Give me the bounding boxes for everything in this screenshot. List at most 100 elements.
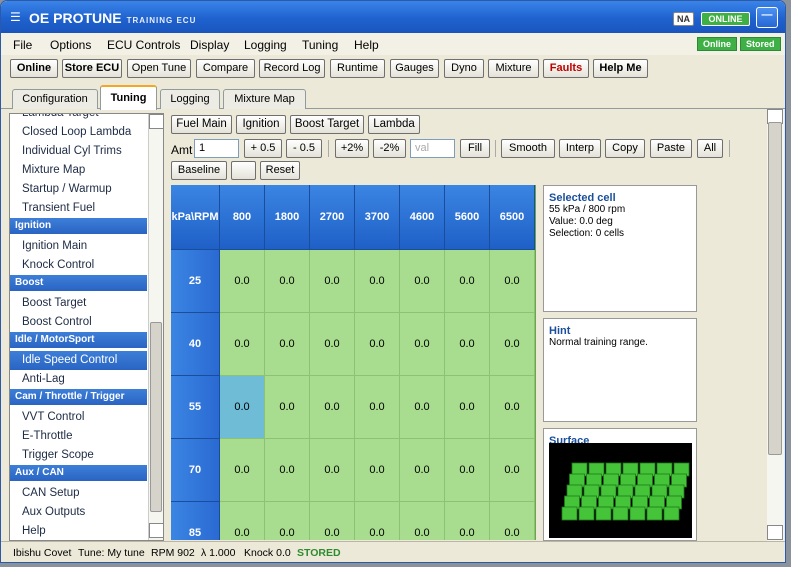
sidebar-item[interactable]: Lambda Target [10, 114, 147, 123]
sidebar-item[interactable]: Aux Outputs [10, 503, 147, 522]
sidebar-item[interactable]: Individual Cyl Trims [10, 142, 147, 161]
fill-button[interactable]: Fill [460, 139, 490, 158]
table-cell[interactable]: 0.0 [220, 250, 265, 313]
menu-ecu-controls[interactable]: ECU Controls [107, 38, 180, 52]
reset-button[interactable]: Reset [260, 161, 300, 180]
table-cell[interactable]: 0.0 [220, 502, 265, 540]
table-cell[interactable]: 0.0 [220, 376, 265, 439]
table-cell[interactable]: 0.0 [445, 313, 490, 376]
table-cell[interactable]: 0.0 [400, 376, 445, 439]
sidebar-item[interactable]: Help [10, 522, 147, 540]
table-cell[interactable]: 0.0 [490, 376, 535, 439]
value-input[interactable]: val [410, 139, 455, 158]
table-cell[interactable]: 0.0 [490, 313, 535, 376]
boost-target-button[interactable]: Boost Target [290, 115, 364, 134]
table-cell[interactable]: 0.0 [265, 313, 310, 376]
sidebar-item[interactable]: Idle Speed Control [10, 351, 147, 370]
online-button[interactable]: Online [10, 59, 58, 78]
table-cell[interactable]: 0.0 [265, 250, 310, 313]
table-cell[interactable]: 0.0 [310, 376, 355, 439]
table-cell[interactable]: 0.0 [400, 439, 445, 502]
table-cell[interactable]: 0.0 [220, 439, 265, 502]
sidebar-item[interactable]: Transient Fuel [10, 199, 147, 218]
table-cell[interactable]: 0.0 [445, 502, 490, 540]
menu-help[interactable]: Help [354, 38, 379, 52]
lambda-button[interactable]: Lambda [368, 115, 420, 134]
all-button[interactable]: All [697, 139, 723, 158]
sidebar-item[interactable]: Boost Control [10, 313, 147, 332]
mixture-button[interactable]: Mixture [488, 59, 539, 78]
sidebar-item[interactable]: Anti-Lag [10, 370, 147, 389]
main-scrollbar[interactable] [767, 109, 784, 541]
interp-button[interactable]: Interp [559, 139, 601, 158]
ignition-button[interactable]: Ignition [236, 115, 286, 134]
table-cell[interactable]: 0.0 [355, 502, 400, 540]
table-cell[interactable]: 0.0 [355, 376, 400, 439]
table-cell[interactable]: 0.0 [400, 502, 445, 540]
tab-logging[interactable]: Logging [160, 89, 220, 109]
menu-options[interactable]: Options [50, 38, 91, 52]
app-menu-icon[interactable]: ☰ [10, 11, 21, 23]
sidebar-item[interactable]: VVT Control [10, 408, 147, 427]
dyno-button[interactable]: Dyno [444, 59, 484, 78]
table-cell[interactable]: 0.0 [445, 376, 490, 439]
tab-configuration[interactable]: Configuration [12, 89, 98, 109]
menu-tuning[interactable]: Tuning [302, 38, 338, 52]
baseline-button[interactable]: Baseline [171, 161, 227, 180]
menu-logging[interactable]: Logging [244, 38, 287, 52]
table-cell[interactable]: 0.0 [310, 313, 355, 376]
table-cell[interactable]: 0.0 [265, 439, 310, 502]
main-scroll-down-button[interactable] [767, 525, 783, 540]
scroll-up-button[interactable] [149, 114, 163, 129]
sidebar-item[interactable]: CAN Setup [10, 484, 147, 503]
sidebar-item[interactable]: Closed Loop Lambda [10, 123, 147, 142]
fuel-main-button[interactable]: Fuel Main [171, 115, 232, 134]
runtime-button[interactable]: Runtime [330, 59, 385, 78]
table-cell[interactable]: 0.0 [445, 439, 490, 502]
help-me-button[interactable]: Help Me [593, 59, 648, 78]
sidebar-item[interactable]: Trigger Scope [10, 446, 147, 465]
table-cell[interactable]: 0.0 [490, 502, 535, 540]
minimize-button[interactable]: — [756, 7, 778, 28]
gauges-button[interactable]: Gauges [390, 59, 439, 78]
sidebar-scrollbar[interactable] [148, 114, 163, 540]
table-cell[interactable]: 0.0 [355, 313, 400, 376]
paste-button[interactable]: Paste [650, 139, 692, 158]
sidebar-item[interactable]: Boost Target [10, 294, 147, 313]
sidebar-item[interactable]: Knock Control [10, 256, 147, 275]
table-cell[interactable]: 0.0 [220, 313, 265, 376]
sidebar-item[interactable]: Ignition Main [10, 237, 147, 256]
sidebar-scroll-thumb[interactable] [150, 322, 162, 512]
minus-half-button[interactable]: - 0.5 [286, 139, 322, 158]
table-cell[interactable]: 0.0 [310, 250, 355, 313]
plus-half-button[interactable]: + 0.5 [244, 139, 282, 158]
table-cell[interactable]: 0.0 [265, 376, 310, 439]
menu-display[interactable]: Display [190, 38, 229, 52]
table-cell[interactable]: 0.0 [490, 439, 535, 502]
blank-button[interactable] [231, 161, 256, 180]
scroll-down-button[interactable] [149, 523, 163, 538]
tab-mixture-map[interactable]: Mixture Map [223, 89, 306, 109]
sidebar-item[interactable]: E-Throttle [10, 427, 147, 446]
minus-percent-button[interactable]: -2% [373, 139, 406, 158]
copy-button[interactable]: Copy [605, 139, 645, 158]
store-ecu-button[interactable]: Store ECU [62, 59, 122, 78]
table-cell[interactable]: 0.0 [310, 439, 355, 502]
menu-file[interactable]: File [13, 38, 32, 52]
compare-button[interactable]: Compare [196, 59, 255, 78]
main-scroll-thumb[interactable] [768, 122, 782, 455]
faults-button[interactable]: Faults [543, 59, 589, 78]
record-log-button[interactable]: Record Log [259, 59, 325, 78]
table-cell[interactable]: 0.0 [355, 250, 400, 313]
table-cell[interactable]: 0.0 [490, 250, 535, 313]
table-cell[interactable]: 0.0 [355, 439, 400, 502]
smooth-button[interactable]: Smooth [501, 139, 555, 158]
amt-input[interactable]: 1 [194, 139, 239, 158]
table-cell[interactable]: 0.0 [310, 502, 355, 540]
sidebar-item[interactable]: Startup / Warmup [10, 180, 147, 199]
table-cell[interactable]: 0.0 [445, 250, 490, 313]
open-tune-button[interactable]: Open Tune [127, 59, 191, 78]
table-cell[interactable]: 0.0 [265, 502, 310, 540]
plus-percent-button[interactable]: +2% [335, 139, 369, 158]
sidebar-item[interactable]: Mixture Map [10, 161, 147, 180]
